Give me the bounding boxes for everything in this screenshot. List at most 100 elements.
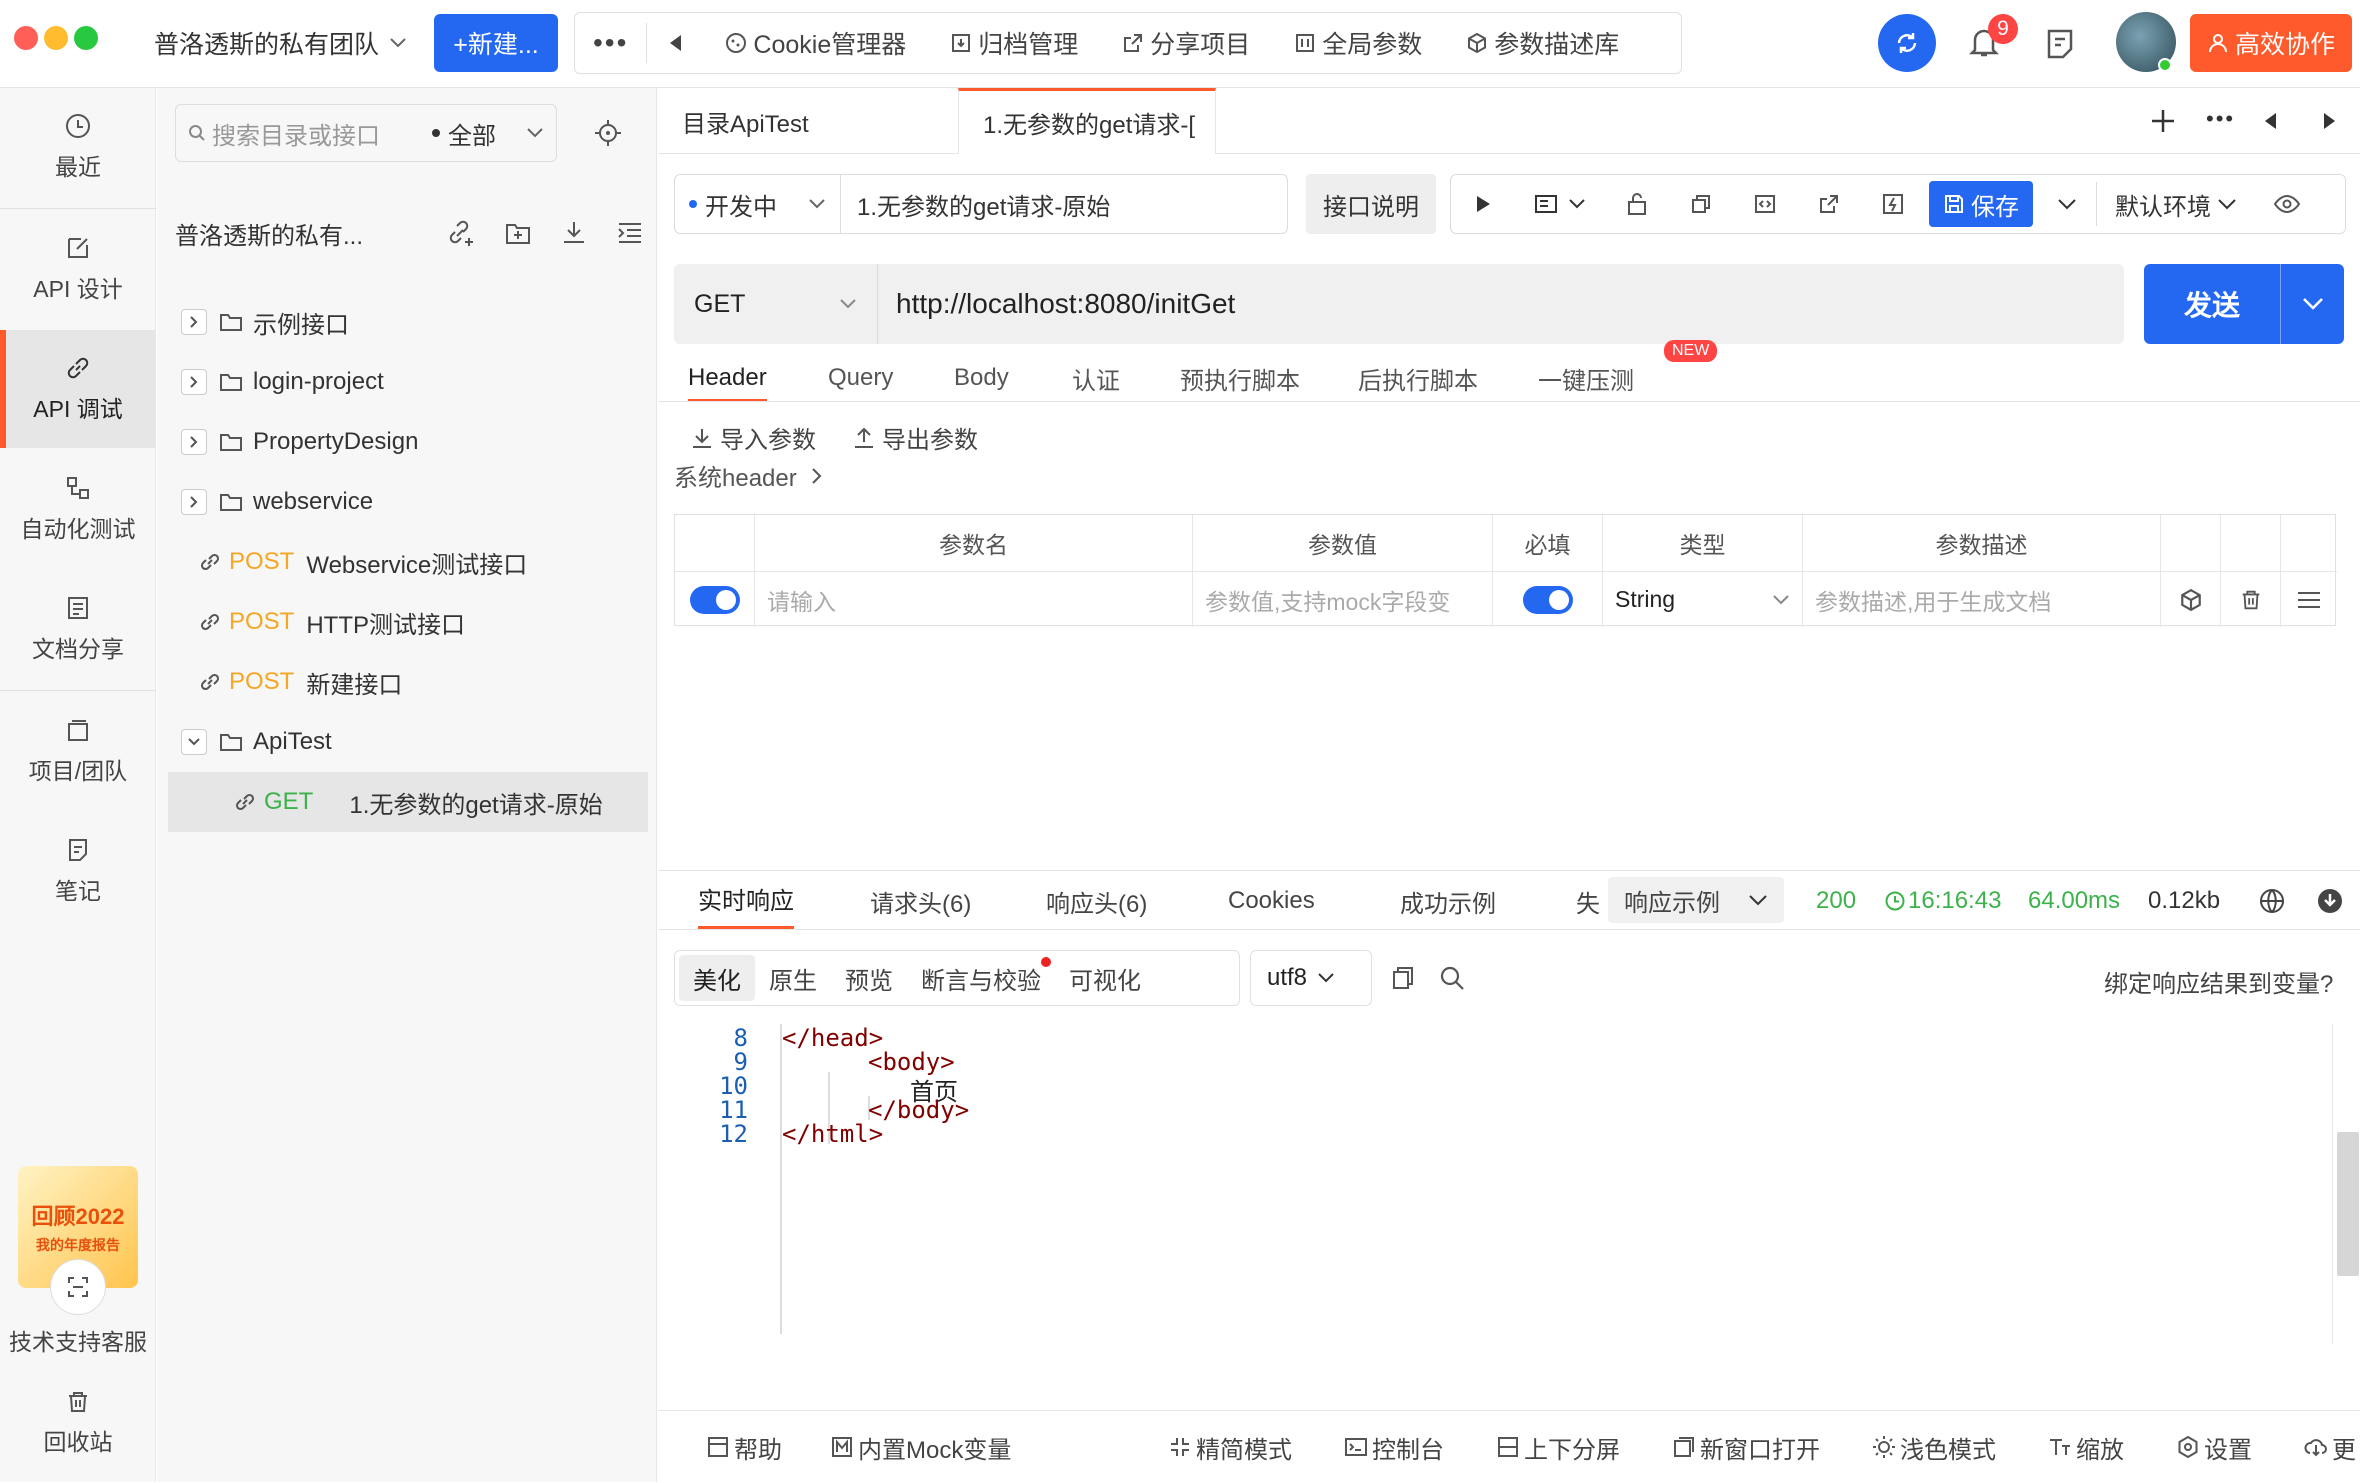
export-params-button[interactable]: 导出参数 <box>852 420 978 455</box>
view-env-button[interactable] <box>2255 175 2319 233</box>
compact-mode-button[interactable]: 精简模式 <box>1168 1411 1292 1483</box>
filter-select[interactable]: 全部 <box>432 116 544 151</box>
tab-more-button[interactable]: ••• <box>2206 106 2235 132</box>
view-preview[interactable]: 预览 <box>831 955 907 1001</box>
close-window-button[interactable] <box>14 26 38 50</box>
delete-row-button[interactable] <box>2221 571 2281 627</box>
help-button[interactable]: 帮助 <box>706 1411 782 1483</box>
response-example-select[interactable]: 响应示例 <box>1608 877 1784 923</box>
view-visualize[interactable]: 可视化 <box>1055 955 1155 1001</box>
nav-recycle-bin[interactable]: 回收站 <box>0 1368 156 1478</box>
method-select[interactable]: GET <box>674 264 878 344</box>
globe-icon[interactable] <box>2258 887 2286 915</box>
prev-tab-icon[interactable] <box>2262 110 2278 132</box>
global-params-button[interactable]: 全局参数 <box>1272 13 1444 73</box>
new-button[interactable]: +新建... <box>434 14 558 72</box>
enable-toggle[interactable] <box>689 585 740 614</box>
scrollbar-track[interactable] <box>2332 1024 2360 1344</box>
flash-button[interactable] <box>1861 175 1925 233</box>
run-button[interactable] <box>1451 175 1515 233</box>
view-raw[interactable]: 原生 <box>755 955 831 1001</box>
chevron-right-icon[interactable] <box>181 489 207 515</box>
nav-api-debug[interactable]: API 调试 <box>0 330 156 448</box>
tree-folder-item[interactable]: ApiTest <box>157 712 657 772</box>
tab-auth[interactable]: 认证 <box>1072 356 1120 400</box>
status-select[interactable]: 开发中 <box>675 175 841 233</box>
code-button[interactable] <box>1733 175 1797 233</box>
system-header-toggle[interactable]: 系统header <box>674 458 823 493</box>
next-tab-icon[interactable] <box>2322 110 2338 132</box>
collapse-all-icon[interactable] <box>615 218 645 248</box>
team-selector[interactable]: 普洛透斯的私有团队 <box>154 22 407 64</box>
tab-query[interactable]: Query <box>828 356 893 400</box>
tab-request-headers[interactable]: 请求头(6) <box>870 871 971 931</box>
tab-success-example[interactable]: 成功示例 <box>1400 871 1496 931</box>
tree-folder-item[interactable]: login-project <box>157 352 657 412</box>
save-menu-button[interactable] <box>2037 182 2097 226</box>
cookie-manager-button[interactable]: Cookie管理器 <box>703 13 928 73</box>
more-bottom-button[interactable]: 更 <box>2304 1411 2356 1483</box>
share-project-button[interactable]: 分享项目 <box>1100 13 1272 73</box>
tree-api-item[interactable]: POST 新建接口 <box>157 652 657 712</box>
add-api-icon[interactable] <box>447 218 477 248</box>
chevron-right-icon[interactable] <box>181 429 207 455</box>
tab-pre-script[interactable]: 预执行脚本 <box>1180 356 1300 400</box>
tree-api-item[interactable]: POST Webservice测试接口 <box>157 532 657 592</box>
mock-vars-button[interactable]: 内置Mock变量 <box>830 1411 1011 1483</box>
param-value-input[interactable]: 参数值,支持mock字段变 <box>1193 571 1493 627</box>
copy-button[interactable] <box>1669 175 1733 233</box>
sync-button[interactable] <box>1878 14 1936 72</box>
desc-library-button[interactable] <box>2161 571 2221 627</box>
nav-notes[interactable]: 笔记 <box>0 812 156 930</box>
tab-realtime-response[interactable]: 实时响应 <box>698 871 794 929</box>
nav-doc-share[interactable]: 文档分享 <box>0 570 156 688</box>
param-desc-library-button[interactable]: 参数描述库 <box>1444 13 1641 73</box>
new-window-button[interactable]: 新窗口打开 <box>1672 1411 1820 1483</box>
settings-button[interactable]: 设置 <box>2176 1411 2252 1483</box>
nav-automation-test[interactable]: 自动化测试 <box>0 450 156 568</box>
locate-icon[interactable] <box>593 118 623 148</box>
add-folder-icon[interactable] <box>503 218 533 248</box>
tree-api-item-selected[interactable]: GET 1.无参数的get请求-原始 <box>168 772 648 832</box>
minimize-window-button[interactable] <box>44 26 68 50</box>
maximize-window-button[interactable] <box>74 26 98 50</box>
tab-stress-test[interactable]: 一键压测 <box>1538 356 1634 400</box>
nav-project-team[interactable]: 项目/团队 <box>0 692 156 810</box>
lock-button[interactable] <box>1605 175 1669 233</box>
format-menu-button[interactable] <box>1515 175 1605 233</box>
tree-api-item[interactable]: POST HTTP测试接口 <box>157 592 657 652</box>
notes-icon[interactable] <box>2042 26 2078 62</box>
chevron-down-icon[interactable] <box>181 729 207 755</box>
nav-support[interactable]: 技术支持客服 <box>0 1248 156 1368</box>
zoom-button[interactable]: 缩放 <box>2048 1411 2124 1483</box>
type-select[interactable]: String <box>1603 571 1803 627</box>
tab-response-headers[interactable]: 响应头(6) <box>1046 871 1147 931</box>
nav-recent[interactable]: 最近 <box>0 88 156 206</box>
tab-directory[interactable]: 目录ApiTest <box>658 88 958 154</box>
add-tab-icon[interactable] <box>2148 106 2178 136</box>
url-input[interactable]: http://localhost:8080/initGet <box>878 288 1253 320</box>
param-desc-input[interactable]: 参数描述,用于生成文档 <box>1803 571 2161 627</box>
bind-response-link[interactable]: 绑定响应结果到变量? <box>2104 964 2333 999</box>
search-input[interactable]: 搜索目录或接口 全部 <box>175 104 557 162</box>
tab-post-script[interactable]: 后执行脚本 <box>1358 356 1478 400</box>
tab-fail-example[interactable]: 失 <box>1576 871 1600 931</box>
view-beautify[interactable]: 美化 <box>679 955 755 1001</box>
console-button[interactable]: 控制台 <box>1344 1411 1444 1483</box>
tab-cookies[interactable]: Cookies <box>1228 871 1315 931</box>
drag-handle[interactable] <box>2281 571 2337 627</box>
light-mode-button[interactable]: 浅色模式 <box>1872 1411 1996 1483</box>
tree-folder-item[interactable]: PropertyDesign <box>157 412 657 472</box>
collaborate-button[interactable]: 高效协作 <box>2190 14 2352 72</box>
api-doc-button[interactable]: 接口说明 <box>1306 174 1436 234</box>
tab-header[interactable]: Header <box>688 356 767 402</box>
param-name-input[interactable]: 请输入 <box>755 571 1193 627</box>
tree-folder-item[interactable]: 示例接口 <box>157 292 657 352</box>
search-icon[interactable] <box>1438 964 1466 992</box>
tab-body[interactable]: Body <box>954 356 1009 400</box>
copy-icon[interactable] <box>1390 964 1416 992</box>
archive-button[interactable]: 归档管理 <box>928 13 1100 73</box>
view-assertions[interactable]: 断言与校验 <box>907 955 1055 1001</box>
more-button[interactable]: ••• <box>575 13 646 73</box>
required-toggle[interactable] <box>1522 585 1573 614</box>
